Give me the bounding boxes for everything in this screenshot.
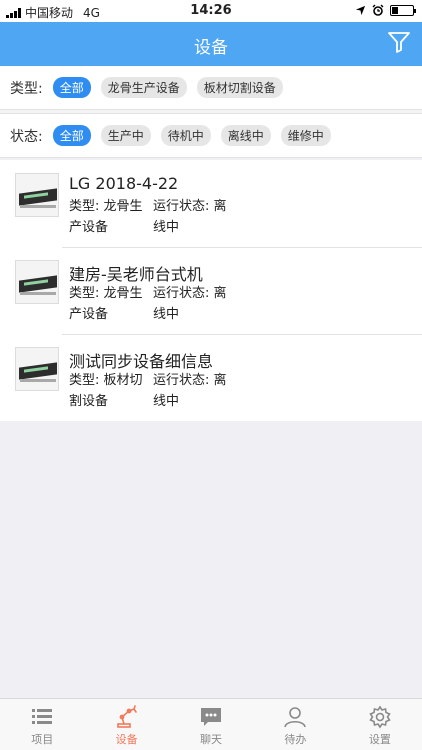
tab-devices[interactable]: 设备 — [84, 699, 168, 750]
device-thumbnail — [15, 347, 59, 391]
location-arrow-icon — [355, 5, 366, 15]
status-filter-label: 状态: — [10, 128, 43, 145]
device-type: 类型: 龙骨生 产设备 — [69, 286, 143, 322]
type-filter-label: 类型: — [10, 80, 43, 97]
device-status: 运行状态: 离线中 — [153, 286, 227, 322]
type-chip-all[interactable]: 全部 — [52, 77, 91, 98]
person-icon — [284, 707, 307, 728]
chat-icon — [201, 708, 222, 726]
alarm-icon — [372, 4, 384, 16]
device-list-item[interactable]: 建房-吴老师台式机 类型: 龙骨生 产设备 运行状态: 离线中 — [0, 247, 422, 334]
list-icon — [32, 709, 53, 724]
device-name: LG 2018-4-22 — [69, 174, 179, 193]
tab-projects[interactable]: 项目 — [0, 699, 84, 750]
gear-icon — [369, 705, 391, 729]
filter-icon[interactable] — [387, 30, 411, 54]
tab-todo[interactable]: 待办 — [253, 699, 337, 750]
device-type: 类型: 龙骨生 产设备 — [69, 199, 143, 235]
status-filter-row: 状态: 全部 生产中 待机中 离线中 维修中 — [0, 114, 422, 158]
tab-label: 聊天 — [200, 733, 223, 746]
status-chip-standby[interactable]: 待机中 — [160, 125, 211, 146]
device-status: 运行状态: 离线中 — [153, 373, 227, 409]
status-chip-all[interactable]: 全部 — [52, 125, 91, 146]
tab-label: 设备 — [115, 733, 138, 746]
robot-arm-icon — [116, 705, 137, 728]
bottom-tab-bar: 项目 设备 聊天 待办 设置 — [0, 698, 422, 750]
device-thumbnail — [15, 260, 59, 304]
type-chip-board-cutting[interactable]: 板材切割设备 — [196, 77, 283, 98]
device-type: 类型: 板材切 割设备 — [69, 373, 143, 409]
device-list-item[interactable]: 测试同步设备细信息 类型: 板材切 割设备 运行状态: 离线中 — [0, 334, 422, 421]
battery-icon — [390, 4, 416, 16]
tab-chat[interactable]: 聊天 — [169, 699, 253, 750]
type-chip-keel-production[interactable]: 龙骨生产设备 — [100, 77, 187, 98]
device-name: 建房-吴老师台式机 — [69, 265, 203, 284]
device-list-item[interactable]: LG 2018-4-22 类型: 龙骨生 产设备 运行状态: 离线中 — [0, 160, 422, 247]
device-list: LG 2018-4-22 类型: 龙骨生 产设备 运行状态: 离线中 建房-吴老师… — [0, 160, 422, 421]
device-status: 运行状态: 离线中 — [153, 199, 227, 235]
page-title: 设备 — [194, 38, 228, 58]
status-chip-offline[interactable]: 离线中 — [220, 125, 271, 146]
tab-settings[interactable]: 设置 — [338, 699, 422, 750]
tab-label: 项目 — [31, 733, 54, 746]
filter-panel: 类型: 全部 龙骨生产设备 板材切割设备 状态: 全部 生产中 待机中 离线中 … — [0, 66, 422, 158]
device-thumbnail — [15, 173, 59, 217]
status-chip-producing[interactable]: 生产中 — [100, 125, 151, 146]
type-filter-row: 类型: 全部 龙骨生产设备 板材切割设备 — [0, 66, 422, 110]
device-name: 测试同步设备细信息 — [69, 352, 214, 371]
nav-header: 设备 — [0, 22, 422, 66]
status-bar: 中国移动 4G 14:26 — [0, 0, 422, 22]
status-chip-repair[interactable]: 维修中 — [280, 125, 331, 146]
tab-label: 待办 — [284, 733, 307, 746]
tab-label: 设置 — [368, 733, 391, 746]
